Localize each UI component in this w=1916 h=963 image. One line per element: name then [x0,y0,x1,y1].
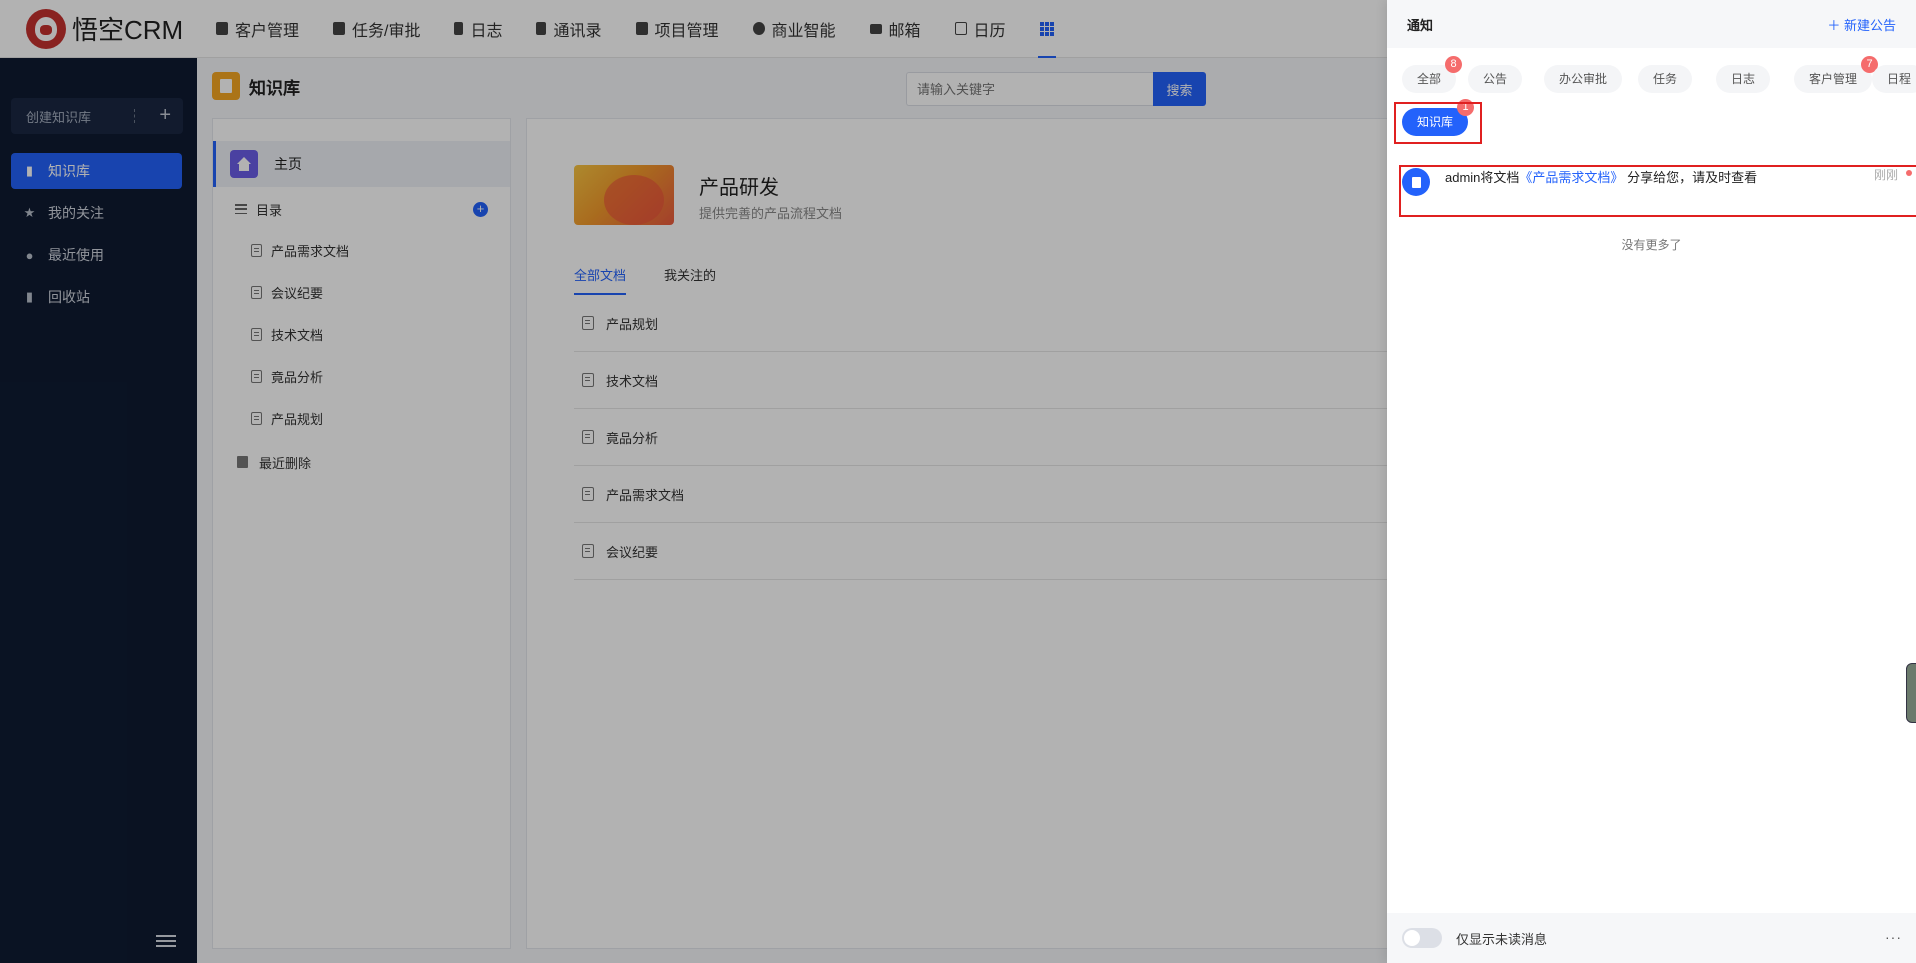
chip-office-approval[interactable]: 办公审批 [1544,65,1623,93]
chip-label: 公告 [1483,72,1508,86]
notification-drawer: 通知 ＋ 新建公告 全部 8 公告 办公审批 任务 日志 客户管理 7 日程 知识库… [1387,0,1916,963]
unread-only-toggle[interactable] [1402,928,1442,948]
more-options-icon[interactable]: ··· [1885,929,1902,945]
chip-task[interactable]: 任务 [1638,65,1693,93]
drawer-title: 通知 [1407,17,1434,33]
chip-label: 客户管理 [1809,72,1858,86]
drawer-footer: 仅显示未读消息 ··· [1387,913,1916,963]
new-notice-button[interactable]: ＋ 新建公告 [1827,15,1896,34]
new-notice-label: 新建公告 [1843,17,1896,33]
no-more-text: 没有更多了 [1621,238,1682,252]
chip-label: 全部 [1417,72,1442,86]
drawer-header: 通知 ＋ 新建公告 [1387,0,1916,48]
chip-label: 日程 [1887,72,1912,86]
chip-label: 日志 [1731,72,1756,86]
modal-overlay[interactable] [0,0,1387,963]
count-badge: 8 [1445,56,1463,73]
chip-journal[interactable]: 日志 [1716,65,1771,93]
unread-only-label: 仅显示未读消息 [1456,931,1548,947]
chip-schedule[interactable]: 日程 [1872,65,1916,93]
side-handle[interactable] [1906,663,1916,723]
highlight-box [1399,165,1916,217]
chip-customer-management[interactable]: 客户管理 7 [1794,56,1879,93]
chip-all[interactable]: 全部 8 [1402,56,1463,93]
chip-announcement[interactable]: 公告 [1468,65,1523,93]
chip-label: 任务 [1653,72,1678,86]
highlight-box [1394,102,1482,144]
chip-label: 办公审批 [1559,72,1608,86]
